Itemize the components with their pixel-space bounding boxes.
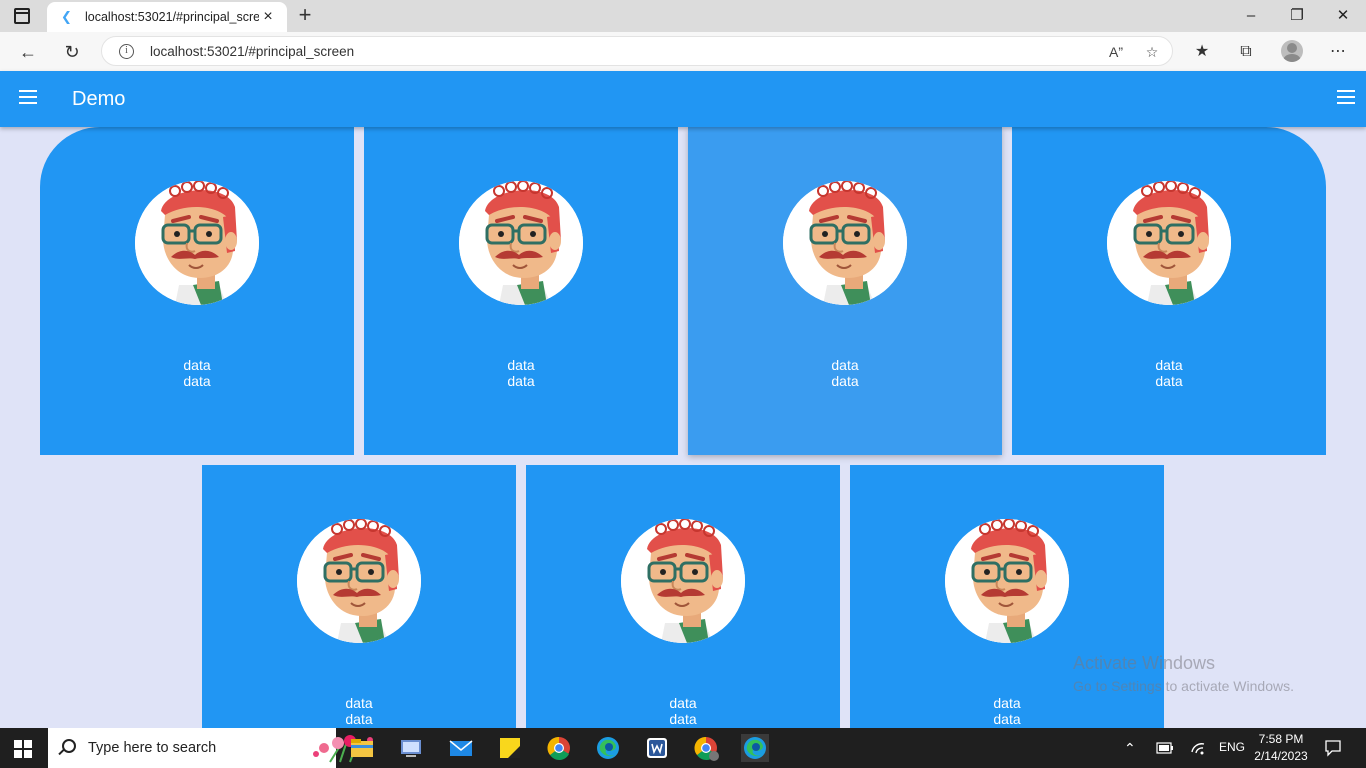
card-line: data xyxy=(1155,357,1183,373)
search-icon xyxy=(62,739,76,753)
card-line: data xyxy=(183,357,211,373)
read-aloud-icon[interactable]: A” xyxy=(1105,41,1127,63)
more-options-icon[interactable]: ⋯ xyxy=(1325,39,1351,65)
word-icon[interactable] xyxy=(643,734,671,762)
battery-icon[interactable] xyxy=(1156,741,1174,755)
card-line: data xyxy=(345,695,373,711)
tab-actions-icon[interactable] xyxy=(14,8,30,24)
card-line: data xyxy=(831,357,859,373)
avatar xyxy=(783,181,907,305)
refresh-icon[interactable]: ↻ xyxy=(59,39,85,65)
card-line: data xyxy=(669,711,697,727)
data-card[interactable]: data data xyxy=(40,127,354,455)
card-line: data xyxy=(183,373,211,389)
clock-date: 2/14/2023 xyxy=(1254,749,1308,763)
menu-icon[interactable] xyxy=(19,90,37,104)
restore-button[interactable]: ❐ xyxy=(1274,4,1320,28)
info-icon[interactable]: i xyxy=(119,44,134,59)
mail-icon[interactable] xyxy=(447,734,475,762)
card-line: data xyxy=(669,695,697,711)
edge-icon[interactable] xyxy=(594,734,622,762)
chevron-up-icon[interactable]: ⌃ xyxy=(1124,740,1136,768)
clock[interactable]: 7:58 PM 2/14/2023 xyxy=(1253,731,1309,765)
card-line: data xyxy=(507,373,535,389)
tab-title: localhost:53021/#principal_screen xyxy=(85,10,259,24)
chrome-icon[interactable] xyxy=(545,734,573,762)
edge-active-icon[interactable] xyxy=(741,734,769,762)
profile-avatar[interactable] xyxy=(1281,40,1303,62)
card-grid: data data data data data data data data … xyxy=(0,127,1366,728)
avatar xyxy=(135,181,259,305)
browser-toolbar: ← ↻ i localhost:53021/#principal_screen … xyxy=(0,32,1366,71)
new-tab-button[interactable]: + xyxy=(294,4,316,26)
data-card[interactable]: data data xyxy=(688,127,1002,455)
browser-tab[interactable]: ❮ localhost:53021/#principal_screen × xyxy=(47,2,287,32)
minimize-button[interactable]: – xyxy=(1228,4,1274,28)
watermark-subtitle: Go to Settings to activate Windows. xyxy=(1073,678,1294,694)
avatar xyxy=(459,181,583,305)
back-arrow-icon[interactable]: ← xyxy=(15,39,41,65)
page-title: Demo xyxy=(72,88,126,110)
url-text[interactable]: localhost:53021/#principal_screen xyxy=(150,44,354,59)
wifi-icon[interactable] xyxy=(1190,740,1206,756)
close-window-button[interactable]: ✕ xyxy=(1320,4,1366,28)
avatar xyxy=(621,519,745,643)
collections-icon[interactable]: ⧉ xyxy=(1233,39,1259,65)
notifications-icon[interactable] xyxy=(1324,739,1342,757)
menu-icon[interactable] xyxy=(1337,90,1355,104)
avatar xyxy=(297,519,421,643)
card-line: data xyxy=(1155,373,1183,389)
control-panel-icon[interactable] xyxy=(397,734,425,762)
address-bar[interactable]: i localhost:53021/#principal_screen A” ☆ xyxy=(101,36,1173,66)
file-explorer-icon[interactable] xyxy=(348,734,376,762)
favorites-icon[interactable]: ★ xyxy=(1189,39,1215,65)
clock-time: 7:58 PM xyxy=(1258,732,1304,746)
card-line: data xyxy=(831,373,859,389)
flutter-icon: ❮ xyxy=(61,9,72,24)
card-line: data xyxy=(993,695,1021,711)
browser-tab-strip: ❮ localhost:53021/#principal_screen × + … xyxy=(0,0,1366,32)
taskbar: Type here to search ⌃ ENG 7:58 PM 2/14/2… xyxy=(0,728,1366,768)
app-bar: Demo xyxy=(0,71,1366,127)
language-indicator[interactable]: ENG xyxy=(1219,740,1245,768)
avatar xyxy=(1107,181,1231,305)
card-line: data xyxy=(507,357,535,373)
data-card[interactable]: data data xyxy=(526,465,840,728)
add-favorite-icon[interactable]: ☆ xyxy=(1141,41,1163,63)
taskbar-search-box[interactable]: Type here to search xyxy=(48,728,373,768)
watermark-title: Activate Windows xyxy=(1073,653,1216,673)
activation-watermark: Activate Windows Go to Settings to activ… xyxy=(1073,652,1294,696)
sticky-notes-icon[interactable] xyxy=(496,734,524,762)
data-card[interactable]: data data xyxy=(1012,127,1326,455)
card-line: data xyxy=(345,711,373,727)
windows-start-icon[interactable] xyxy=(14,740,32,758)
avatar xyxy=(945,519,1069,643)
close-tab-icon[interactable]: × xyxy=(259,8,277,26)
data-card[interactable]: data data xyxy=(202,465,516,728)
chrome-profile-icon[interactable] xyxy=(692,734,720,762)
data-card[interactable]: data data xyxy=(364,127,678,455)
search-placeholder: Type here to search xyxy=(88,740,217,756)
card-line: data xyxy=(993,711,1021,727)
